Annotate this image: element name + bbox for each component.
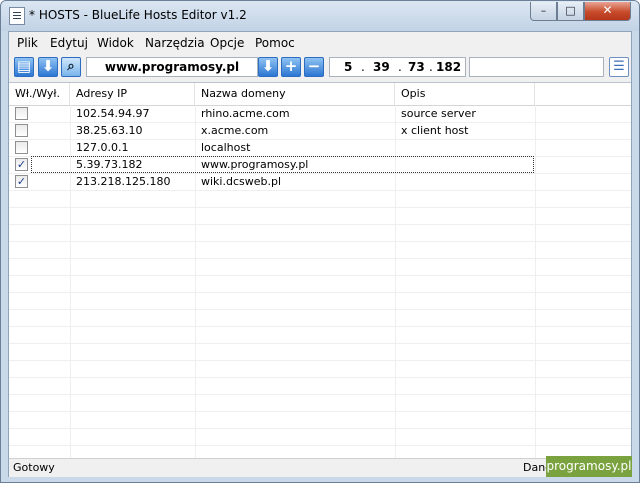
search-icon[interactable]: ⌕ — [61, 57, 81, 77]
ip-cell: 213.218.125.180 — [76, 175, 171, 188]
enabled-checkbox[interactable]: ✓ — [15, 175, 28, 188]
grid-line-horizontal — [9, 377, 631, 378]
ip-address-field[interactable]: 5 . 39 . 73 . 182 — [329, 57, 466, 77]
table-row[interactable]: 127.0.0.1 localhost — [9, 139, 631, 156]
ip-octet-4: 182 — [436, 60, 462, 74]
menu-narzedzia[interactable]: Narzędzia — [145, 36, 205, 50]
ip-cell: 102.54.94.97 — [76, 107, 150, 120]
table-row[interactable]: 38.25.63.10 x.acme.com x client host — [9, 122, 631, 139]
description-field[interactable] — [469, 57, 604, 77]
column-header-enabled[interactable]: Wł./Wył. — [9, 83, 70, 105]
grid-line-horizontal — [9, 292, 631, 293]
description-cell: x client host — [401, 124, 469, 137]
table-row[interactable]: 102.54.94.97 rhino.acme.com source server — [9, 105, 631, 122]
description-cell: source server — [401, 107, 476, 120]
column-header-ip[interactable]: Adresy IP — [70, 83, 195, 105]
ip-cell: 38.25.63.10 — [76, 124, 143, 137]
grid-line-horizontal — [9, 445, 631, 446]
remove-icon[interactable]: − — [304, 57, 324, 77]
enabled-checkbox[interactable] — [15, 107, 28, 120]
menu-edytuj[interactable]: Edytuj — [50, 36, 88, 50]
status-text: Gotowy — [13, 461, 55, 474]
save-icon[interactable]: ▤ — [14, 57, 34, 77]
url-field[interactable]: www.programosy.pl — [86, 57, 258, 77]
grid-line-horizontal — [9, 411, 631, 412]
title-bar[interactable]: * HOSTS - BlueLife Hosts Editor v1.2 – □… — [1, 1, 639, 31]
domain-cell: wiki.dcsweb.pl — [201, 175, 282, 188]
grid-line-horizontal — [9, 428, 631, 429]
domain-cell: rhino.acme.com — [201, 107, 290, 120]
client-area: Plik Edytuj Widok Narzędzia Opcje Pomoc … — [8, 31, 632, 477]
grid-line-horizontal — [9, 207, 631, 208]
grid-line-horizontal — [9, 241, 631, 242]
grid-line-horizontal — [9, 343, 631, 344]
ip-dot: . — [361, 60, 365, 74]
ip-cell: 127.0.0.1 — [76, 141, 129, 154]
column-header-domain[interactable]: Nazwa domeny — [195, 83, 395, 105]
menu-opcje[interactable]: Opcje — [210, 36, 244, 50]
ip-dot: . — [398, 60, 402, 74]
watermark-logo: programosy.pl — [546, 456, 632, 477]
notepad-icon — [9, 7, 25, 25]
column-header-description[interactable]: Opis — [395, 83, 535, 105]
window-title: * HOSTS - BlueLife Hosts Editor v1.2 — [29, 8, 247, 22]
import-icon[interactable]: ⬇ — [38, 57, 58, 77]
ip-octet-1: 5 — [344, 60, 353, 74]
hosts-table[interactable]: Wł./Wył. Adresy IP Nazwa domeny Opis 102… — [9, 82, 631, 459]
focus-rectangle — [31, 156, 534, 173]
status-bar: Gotowy Dane — [9, 458, 631, 477]
close-button[interactable]: ✕ — [584, 2, 631, 21]
view-list-icon[interactable]: ☰ — [609, 57, 629, 77]
enabled-checkbox[interactable]: ✓ — [15, 158, 28, 171]
grid-line-horizontal — [9, 360, 631, 361]
table-row[interactable]: ✓ 5.39.73.182 www.programosy.pl — [9, 156, 631, 173]
move-down-icon[interactable]: ⬇ — [258, 57, 278, 77]
maximize-button[interactable]: □ — [557, 2, 584, 21]
grid-line-horizontal — [9, 326, 631, 327]
app-window: * HOSTS - BlueLife Hosts Editor v1.2 – □… — [0, 0, 640, 483]
domain-cell: localhost — [201, 141, 251, 154]
ip-octet-3: 73 — [408, 60, 425, 74]
ip-octet-2: 39 — [373, 60, 390, 74]
grid-line-horizontal — [9, 275, 631, 276]
menu-widok[interactable]: Widok — [97, 36, 134, 50]
ip-dot: . — [429, 60, 433, 74]
table-header: Wł./Wył. Adresy IP Nazwa domeny Opis — [9, 83, 631, 106]
enabled-checkbox[interactable] — [15, 124, 28, 137]
table-row[interactable]: ✓ 213.218.125.180 wiki.dcsweb.pl — [9, 173, 631, 190]
grid-line-horizontal — [9, 394, 631, 395]
menu-pomoc[interactable]: Pomoc — [255, 36, 295, 50]
toolbar: ▤ ⬇ ⌕ www.programosy.pl ⬇ + − 5 . 39 . 7… — [9, 53, 631, 82]
menu-plik[interactable]: Plik — [17, 36, 38, 50]
grid-line-horizontal — [9, 309, 631, 310]
grid-line-horizontal — [9, 190, 631, 191]
menu-bar: Plik Edytuj Widok Narzędzia Opcje Pomoc — [9, 32, 631, 53]
enabled-checkbox[interactable] — [15, 141, 28, 154]
grid-line-horizontal — [9, 224, 631, 225]
minimize-button[interactable]: – — [530, 2, 557, 21]
grid-line-horizontal — [9, 258, 631, 259]
domain-cell: x.acme.com — [201, 124, 269, 137]
add-icon[interactable]: + — [281, 57, 301, 77]
